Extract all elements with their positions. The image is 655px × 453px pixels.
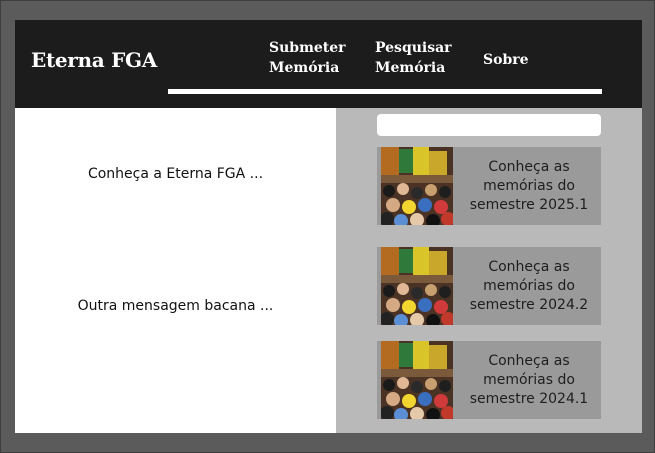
card-caption: Conheça as memórias do semestre 2024.2	[469, 258, 589, 313]
page-frame: Eterna FGA Submeter Memória Pesquisar Me…	[15, 20, 642, 433]
nav-search-line2: Memória	[375, 60, 446, 76]
search-input[interactable]	[377, 114, 601, 136]
nav-underline	[168, 89, 602, 94]
memory-card-2025-1[interactable]: Conheça as memórias do semestre 2025.1	[377, 147, 601, 225]
nav-submit-line1: Submeter	[269, 40, 346, 56]
nav-about[interactable]: Sobre	[483, 50, 529, 70]
nav-search-line1: Pesquisar	[375, 40, 452, 56]
memory-card-2024-1[interactable]: Conheça as memórias do semestre 2024.1	[377, 341, 601, 419]
window: Eterna FGA Submeter Memória Pesquisar Me…	[0, 0, 655, 453]
group-photo-thumbnail	[381, 147, 453, 225]
group-photo-thumbnail	[381, 247, 453, 325]
left-panel: Conheça a Eterna FGA ... Outra mensagem …	[15, 108, 336, 433]
card-caption: Conheça as memórias do semestre 2024.1	[469, 352, 589, 407]
message-1: Conheça a Eterna FGA ...	[87, 166, 264, 182]
nav-submit-line2: Memória	[269, 60, 340, 76]
nav-search-memory[interactable]: Pesquisar Memória	[375, 38, 452, 78]
message-2: Outra mensagem bacana ...	[77, 298, 274, 314]
header: Eterna FGA Submeter Memória Pesquisar Me…	[15, 20, 642, 108]
brand-title[interactable]: Eterna FGA	[31, 48, 157, 72]
right-panel: Conheça as memórias do semestre 2025.1 C…	[336, 108, 642, 433]
card-caption: Conheça as memórias do semestre 2025.1	[469, 158, 589, 213]
memory-card-2024-2[interactable]: Conheça as memórias do semestre 2024.2	[377, 247, 601, 325]
nav-submit-memory[interactable]: Submeter Memória	[269, 38, 346, 78]
group-photo-thumbnail	[381, 341, 453, 419]
